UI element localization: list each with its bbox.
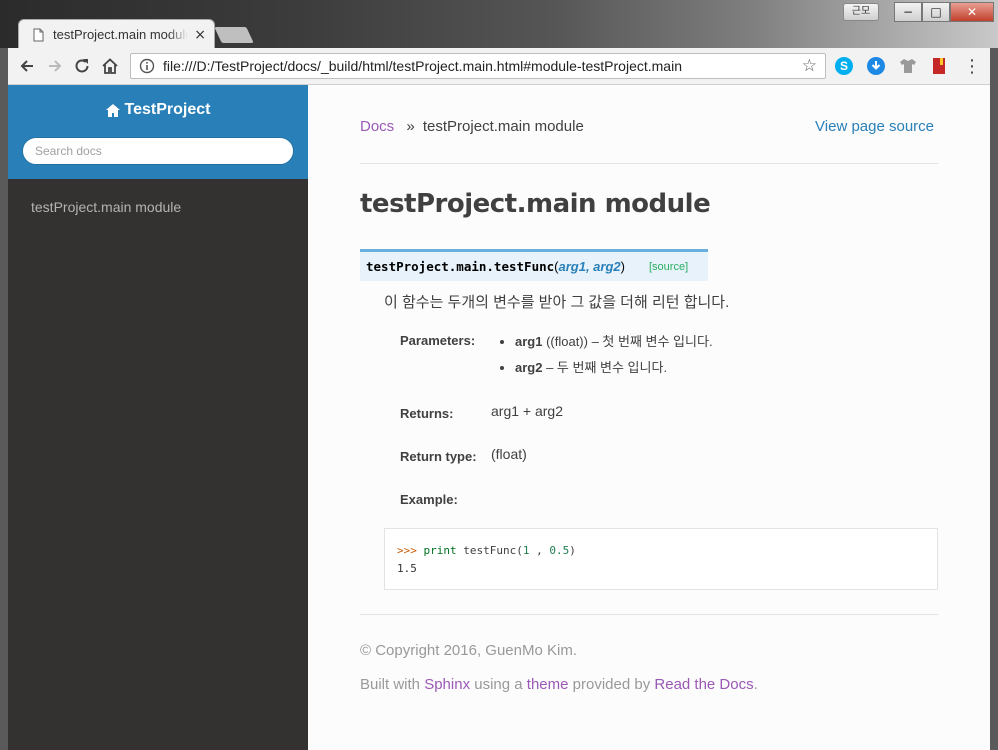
returns-label: Returns: bbox=[400, 406, 454, 421]
window-owner-label: 근모 bbox=[843, 3, 879, 21]
function-description: 이 함수는 두개의 변수를 받아 그 값을 더해 리턴 합니다. bbox=[384, 294, 730, 311]
view-page-source-link[interactable]: View page source bbox=[815, 118, 934, 135]
forward-button[interactable] bbox=[44, 55, 66, 77]
arrow-left-icon bbox=[20, 60, 33, 72]
function-args: arg1, arg2 bbox=[558, 259, 621, 274]
maximize-button[interactable]: □ bbox=[922, 2, 950, 22]
param-name: arg1 bbox=[515, 334, 543, 349]
tab-close-icon[interactable]: × bbox=[194, 27, 206, 43]
footer-text: Built with bbox=[360, 676, 425, 693]
function-name: testProject.main.testFunc bbox=[366, 259, 555, 274]
window-controls: − □ ✕ bbox=[894, 2, 994, 22]
browser-tab[interactable]: testProject.main module × bbox=[18, 19, 215, 49]
tab-title: testProject.main module bbox=[53, 27, 189, 42]
search-input[interactable] bbox=[22, 136, 294, 165]
breadcrumb-current: testProject.main module bbox=[422, 118, 584, 135]
code-comma: , bbox=[529, 544, 550, 557]
brand-link[interactable]: TestProject bbox=[105, 101, 211, 119]
info-icon[interactable] bbox=[139, 58, 155, 74]
divider bbox=[360, 614, 938, 615]
read-the-docs-link[interactable]: Read the Docs bbox=[654, 676, 753, 693]
theme-link[interactable]: theme bbox=[527, 676, 569, 693]
home-icon bbox=[105, 103, 120, 117]
return-type-value: (float) bbox=[491, 446, 527, 462]
footer-text: provided by bbox=[568, 676, 655, 693]
function-signature: testProject.main.testFunc ( arg1, arg2 )… bbox=[360, 249, 708, 281]
code-close: ) bbox=[569, 544, 576, 557]
back-button[interactable] bbox=[16, 55, 38, 77]
footer-built-with: Built with Sphinx using a theme provided… bbox=[360, 676, 758, 693]
return-type-label: Return type: bbox=[400, 449, 477, 464]
source-link[interactable]: [source] bbox=[649, 261, 688, 273]
menu-icon[interactable]: ⋮ bbox=[963, 56, 981, 77]
example-label: Example: bbox=[400, 492, 458, 507]
star-icon[interactable]: ☆ bbox=[802, 56, 817, 76]
sphinx-link[interactable]: Sphinx bbox=[424, 676, 470, 693]
close-window-button[interactable]: ✕ bbox=[950, 2, 994, 22]
signature-close-paren: ) bbox=[620, 259, 625, 274]
list-item: arg1 ((float)) – 첫 번째 변수 입니다. bbox=[515, 331, 713, 350]
skype-icon[interactable]: S bbox=[835, 57, 853, 75]
footer-copyright: © Copyright 2016, GuenMo Kim. bbox=[360, 642, 577, 659]
page-title: testProject.main module bbox=[360, 189, 711, 219]
address-bar[interactable]: file:///D:/TestProject/docs/_build/html/… bbox=[130, 53, 826, 79]
parameter-list: arg1 ((float)) – 첫 번째 변수 입니다. arg2 – 두 번… bbox=[500, 331, 713, 383]
home-button[interactable] bbox=[99, 55, 121, 77]
code-number: 0.5 bbox=[549, 544, 570, 557]
bookmark-icon[interactable] bbox=[930, 57, 948, 75]
footer-text: using a bbox=[470, 676, 527, 693]
code-block: >>> print testFunc(1 , 0.5) 1.5 bbox=[384, 528, 938, 590]
download-icon[interactable] bbox=[867, 57, 885, 75]
param-desc: – 두 번째 변수 입니다. bbox=[542, 360, 668, 375]
sidebar-item-testproject-main[interactable]: testProject.main module bbox=[8, 179, 308, 215]
returns-value: arg1 + arg2 bbox=[491, 403, 563, 419]
param-desc: ((float)) – 첫 번째 변수 입니다. bbox=[542, 334, 713, 349]
code-call: testFunc( bbox=[463, 544, 523, 557]
brand-name: TestProject bbox=[124, 101, 211, 118]
footer-text: . bbox=[753, 676, 758, 693]
code-line: >>> print testFunc(1 , 0.5) bbox=[397, 542, 925, 560]
breadcrumb-docs-link[interactable]: Docs bbox=[360, 118, 394, 135]
code-keyword: print bbox=[423, 544, 457, 557]
code-output: 1.5 bbox=[397, 562, 417, 575]
new-tab-button[interactable] bbox=[214, 27, 254, 43]
list-item: arg2 – 두 번째 변수 입니다. bbox=[515, 357, 713, 376]
url-text[interactable]: file:///D:/TestProject/docs/_build/html/… bbox=[163, 58, 802, 74]
code-prompt: >>> bbox=[397, 544, 417, 557]
reload-icon bbox=[75, 59, 89, 73]
reload-button[interactable] bbox=[71, 55, 93, 77]
home-icon bbox=[102, 58, 118, 74]
param-name: arg2 bbox=[515, 360, 543, 375]
page-icon bbox=[33, 28, 44, 41]
breadcrumb-separator: » bbox=[406, 118, 415, 135]
breadcrumb: Docs » testProject.main module View page… bbox=[360, 118, 938, 140]
browser-toolbar: file:///D:/TestProject/docs/_build/html/… bbox=[8, 48, 990, 85]
parameters-label: Parameters: bbox=[400, 333, 476, 348]
minimize-button[interactable]: − bbox=[894, 2, 922, 22]
page-viewport: TestProject testProject.main module Docs… bbox=[8, 85, 990, 750]
sidebar-header: TestProject bbox=[8, 85, 308, 179]
divider bbox=[360, 163, 938, 164]
sidebar: TestProject testProject.main module bbox=[8, 85, 308, 750]
shirt-icon[interactable] bbox=[899, 57, 917, 75]
arrow-right-icon bbox=[49, 60, 62, 72]
